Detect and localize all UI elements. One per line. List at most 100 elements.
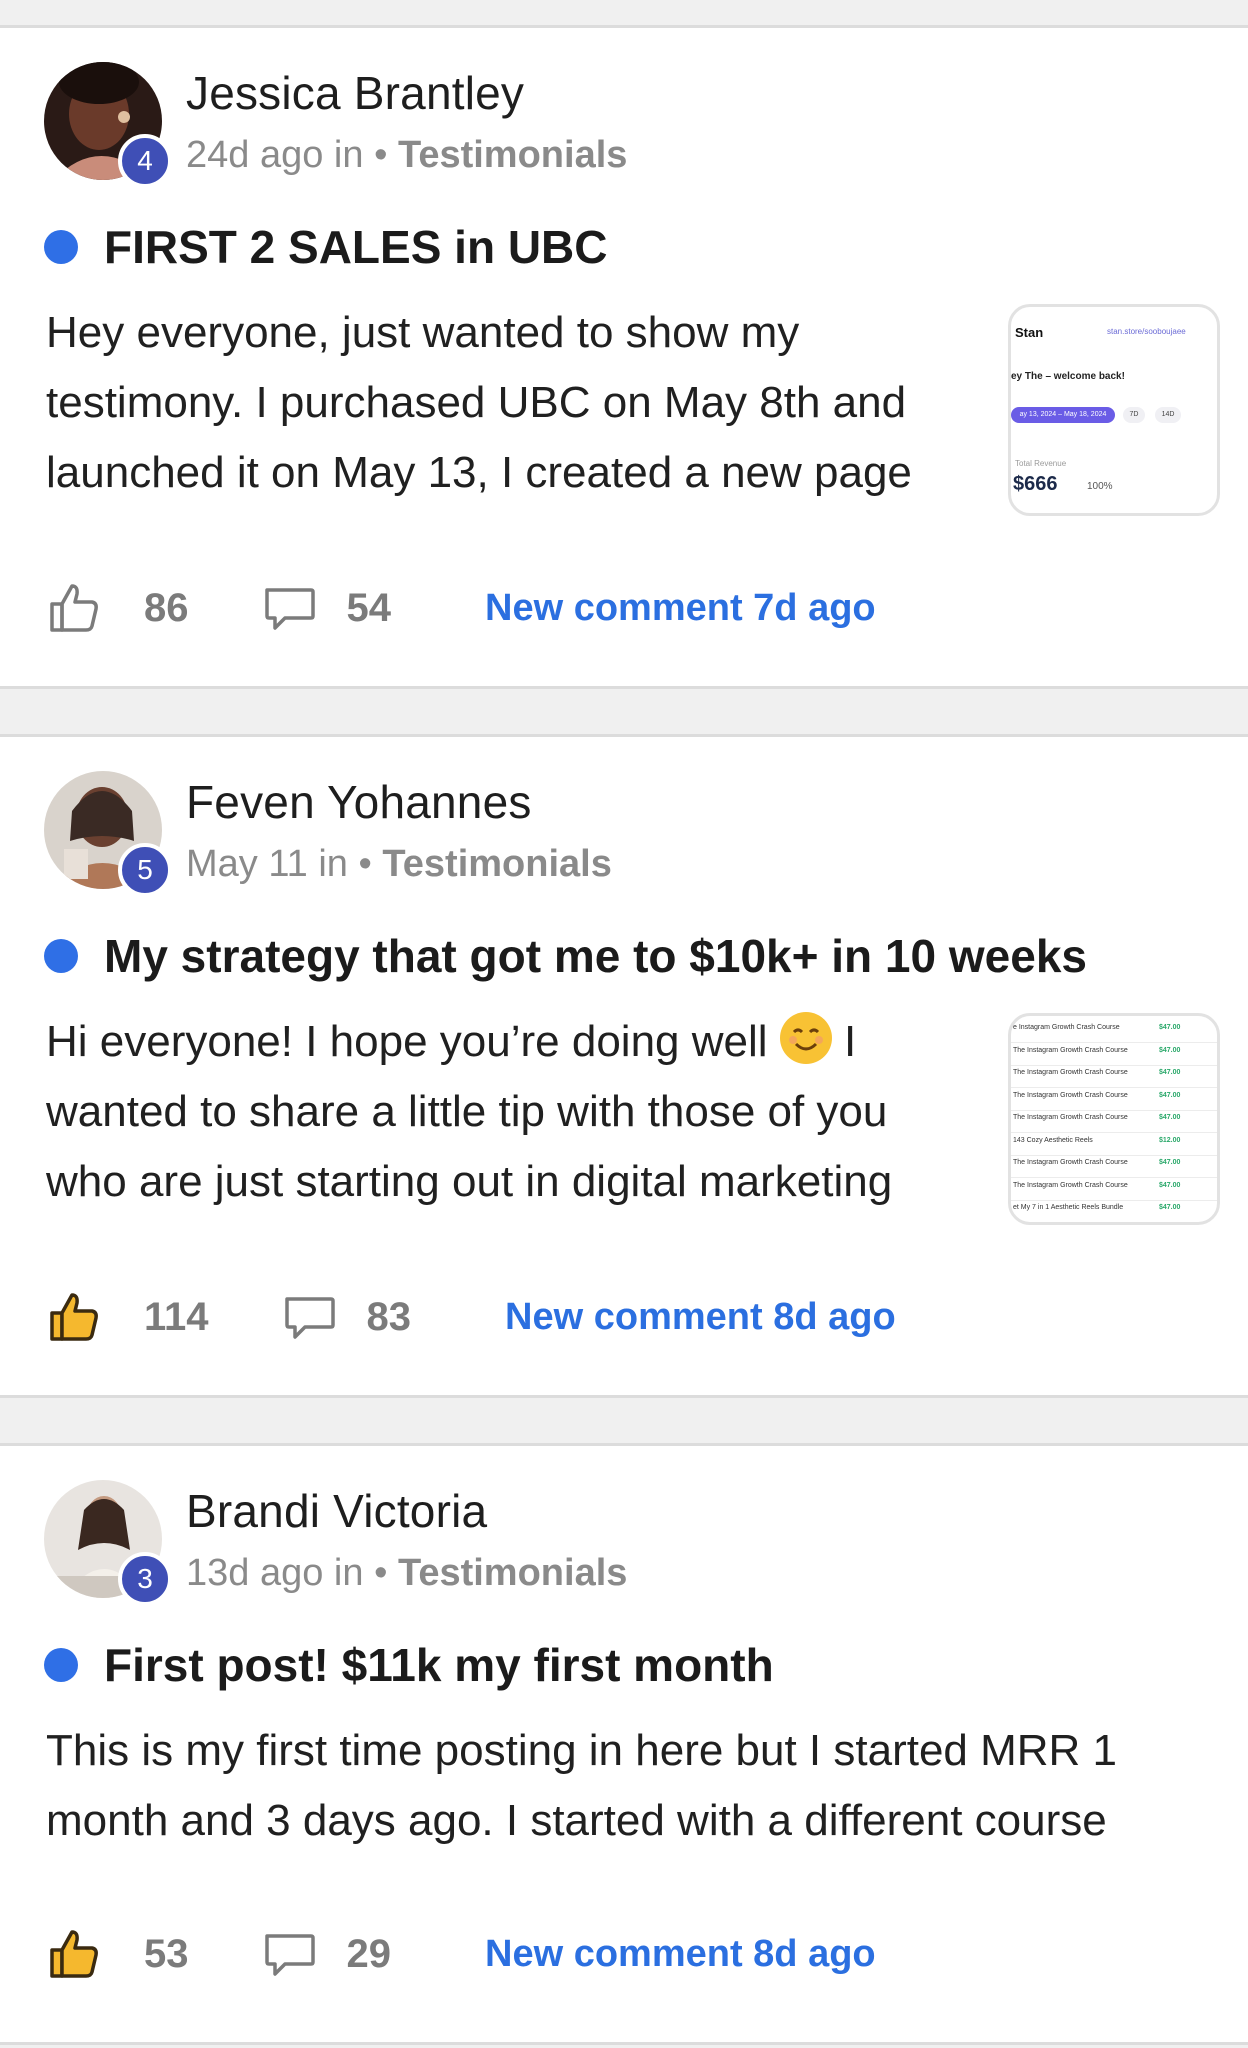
like-count: 53 bbox=[144, 1931, 189, 1976]
thumb-chip-7d: 7D bbox=[1123, 407, 1145, 423]
post-thumbnail[interactable]: e Instagram Growth Crash Course $47.00 The… bbox=[1008, 1013, 1220, 1225]
comment-count: 29 bbox=[346, 1931, 392, 1976]
author-name[interactable]: Feven Yohannes bbox=[186, 775, 532, 829]
post-actions: 114 83 New comment 8d ago bbox=[46, 1289, 896, 1345]
post-body-line-text: Hi everyone! I hope you’re doing well bbox=[46, 1017, 768, 1066]
level-badge: 4 bbox=[118, 134, 172, 188]
post-title-row[interactable]: FIRST 2 SALES in UBC bbox=[44, 220, 607, 274]
new-comment-link[interactable]: New comment 8d ago bbox=[485, 1933, 876, 1976]
thumb-revenue-label: Total Revenue bbox=[1015, 459, 1067, 468]
like-count: 86 bbox=[144, 585, 189, 630]
thumb-product-row: et My 7 in 1 Aesthetic Reels Bundle $47.0… bbox=[1011, 1200, 1217, 1222]
post-title-row[interactable]: First post! $11k my first month bbox=[44, 1638, 774, 1692]
thumb-product-price: $47.00 bbox=[1159, 1114, 1181, 1121]
post-thumbnail[interactable]: Stan stan.store/sooboujaee ey The – welc… bbox=[1008, 304, 1220, 516]
thumb-product-row: The Instagram Growth Crash Course $47.00 bbox=[1011, 1178, 1217, 1201]
new-comment-link[interactable]: New comment 8d ago bbox=[505, 1296, 896, 1339]
thumbs-up-icon[interactable] bbox=[46, 1926, 102, 1982]
post-title[interactable]: FIRST 2 SALES in UBC bbox=[104, 220, 607, 274]
meta-separator: • bbox=[374, 134, 388, 176]
thumb-brand: Stan bbox=[1015, 325, 1044, 340]
post-title[interactable]: My strategy that got me to $10k+ in 10 w… bbox=[104, 929, 1087, 983]
thumb-product-row: 143 Cozy Aesthetic Reels $12.00 bbox=[1011, 1133, 1217, 1156]
comment-bubble-icon[interactable] bbox=[261, 1926, 317, 1982]
level-badge: 5 bbox=[118, 843, 172, 897]
thumb-product-name: The Instagram Growth Crash Course bbox=[1013, 1181, 1128, 1189]
thumb-product-row: The Instagram Growth Crash Course $47.00 bbox=[1011, 1110, 1217, 1133]
thumb-product-name: The Instagram Growth Crash Course bbox=[1013, 1159, 1128, 1166]
unread-dot-icon bbox=[44, 939, 78, 973]
thumb-product-row: The Instagram Growth Crash Course $47.00 bbox=[1011, 1155, 1217, 1178]
category-link[interactable]: Testimonials bbox=[398, 134, 627, 176]
thumb-revenue-value: $666 bbox=[1013, 473, 1058, 495]
post-body-line: Hey everyone, just wanted to show my bbox=[46, 308, 800, 357]
author-avatar-wrap[interactable]: 4 bbox=[44, 62, 172, 188]
thumb-product-price: $12.00 bbox=[1159, 1136, 1181, 1144]
thumb-product-name: et My 7 in 1 Aesthetic Reels Bundle bbox=[1013, 1204, 1124, 1211]
post-actions: 53 29 New comment 8d ago bbox=[46, 1926, 876, 1982]
thumb-product-name: The Instagram Growth Crash Course bbox=[1013, 1091, 1128, 1099]
meta-separator: • bbox=[358, 843, 372, 885]
thumb-product-name: e Instagram Growth Crash Course bbox=[1013, 1024, 1120, 1031]
unread-dot-icon bbox=[44, 1648, 78, 1682]
thumb-product-price: $47.00 bbox=[1159, 1046, 1181, 1054]
post-card[interactable]: 4 Jessica Brantley 24d ago in • Testimon… bbox=[0, 25, 1248, 689]
post-feed: 4 Jessica Brantley 24d ago in • Testimon… bbox=[0, 0, 1248, 2048]
author-name[interactable]: Jessica Brantley bbox=[186, 66, 524, 120]
post-title[interactable]: First post! $11k my first month bbox=[104, 1638, 774, 1692]
comment-count: 83 bbox=[366, 1294, 412, 1339]
thumb-product-price: $47.00 bbox=[1159, 1091, 1181, 1099]
post-time: May 11 in bbox=[186, 843, 348, 885]
level-badge: 3 bbox=[118, 1552, 172, 1606]
author-name[interactable]: Brandi Victoria bbox=[186, 1484, 487, 1538]
category-link[interactable]: Testimonials bbox=[398, 1552, 627, 1594]
thumb-product-row: The Instagram Growth Crash Course $47.00 bbox=[1011, 1088, 1217, 1111]
post-body-line: This is my first time posting in here bu… bbox=[46, 1726, 1118, 1775]
post-card[interactable]: 3 Brandi Victoria 13d ago in • Testimoni… bbox=[0, 1443, 1248, 2045]
meta-separator: • bbox=[374, 1552, 388, 1594]
thumb-url: stan.store/sooboujaee bbox=[1107, 327, 1186, 336]
post-card[interactable]: 5 Feven Yohannes May 11 in • Testimonial… bbox=[0, 734, 1248, 1398]
author-avatar-wrap[interactable]: 3 bbox=[44, 1480, 172, 1606]
like-count: 114 bbox=[144, 1294, 209, 1339]
thumb-welcome: ey The – welcome back! bbox=[1011, 371, 1125, 382]
thumb-product-price: $47.00 bbox=[1159, 1181, 1181, 1189]
post-meta: 13d ago in • Testimonials bbox=[186, 1552, 627, 1595]
thumb-date-range: ay 13, 2024 – May 18, 2024 bbox=[1011, 407, 1115, 423]
post-time: 13d ago in bbox=[186, 1552, 364, 1594]
post-meta: 24d ago in • Testimonials bbox=[186, 134, 627, 177]
post-body-line: wanted to share a little tip with those … bbox=[46, 1087, 888, 1136]
post-body[interactable]: This is my first time posting in here bu… bbox=[46, 1716, 1117, 1856]
unread-dot-icon bbox=[44, 230, 78, 264]
post-body-line: launched it on May 13, I created a new p… bbox=[46, 448, 912, 497]
post-body-line: month and 3 days ago. I started with a d… bbox=[46, 1796, 1107, 1845]
thumb-product-name: The Instagram Growth Crash Course bbox=[1013, 1069, 1128, 1076]
post-body-line: Hi everyone! I hope you’re doing well I bbox=[46, 1007, 892, 1077]
post-body[interactable]: Hi everyone! I hope you’re doing well I … bbox=[46, 1007, 892, 1217]
comment-bubble-icon[interactable] bbox=[261, 580, 317, 636]
post-actions: 86 54 New comment 7d ago bbox=[46, 580, 876, 636]
smiling-face-emoji-icon bbox=[779, 1012, 832, 1064]
thumb-product-name: The Instagram Growth Crash Course bbox=[1013, 1046, 1128, 1054]
thumbs-up-icon[interactable] bbox=[46, 580, 102, 636]
post-title-row[interactable]: My strategy that got me to $10k+ in 10 w… bbox=[44, 929, 1087, 983]
comment-bubble-icon[interactable] bbox=[281, 1289, 337, 1345]
post-time: 24d ago in bbox=[186, 134, 364, 176]
thumb-revenue-change: 100% bbox=[1087, 481, 1113, 492]
thumb-product-price: $47.00 bbox=[1159, 1024, 1181, 1031]
author-avatar-wrap[interactable]: 5 bbox=[44, 771, 172, 897]
comment-count: 54 bbox=[346, 585, 392, 630]
thumbs-up-icon[interactable] bbox=[46, 1289, 102, 1345]
thumb-chip-14d: 14D bbox=[1155, 407, 1181, 423]
new-comment-link[interactable]: New comment 7d ago bbox=[485, 587, 876, 630]
thumb-product-row: The Instagram Growth Crash Course $47.00 bbox=[1011, 1065, 1217, 1088]
thumb-product-name: 143 Cozy Aesthetic Reels bbox=[1013, 1136, 1093, 1144]
thumb-product-price: $47.00 bbox=[1159, 1069, 1181, 1076]
category-link[interactable]: Testimonials bbox=[382, 843, 611, 885]
thumb-product-name: The Instagram Growth Crash Course bbox=[1013, 1114, 1128, 1121]
post-meta: May 11 in • Testimonials bbox=[186, 843, 612, 886]
post-body[interactable]: Hey everyone, just wanted to show my tes… bbox=[46, 298, 912, 508]
thumb-product-row: The Instagram Growth Crash Course $47.00 bbox=[1011, 1043, 1217, 1066]
thumb-product-price: $47.00 bbox=[1159, 1159, 1181, 1166]
post-body-line: who are just starting out in digital mar… bbox=[46, 1157, 893, 1206]
